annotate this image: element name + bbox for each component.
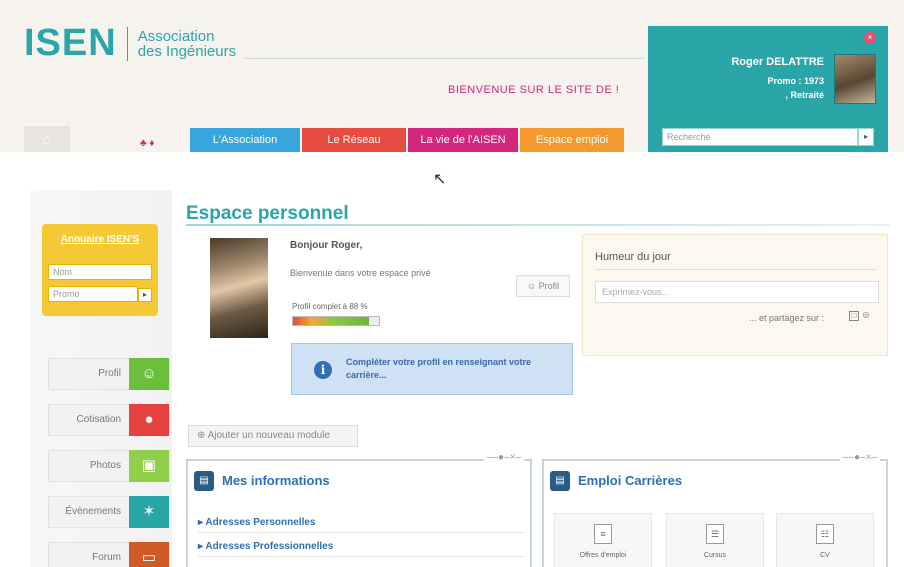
complete-profile-notice[interactable]: i Compléter votre profil en renseignant … xyxy=(291,343,573,395)
search-button[interactable]: ▸ xyxy=(858,128,874,146)
annuaire-go-button[interactable]: ▸ xyxy=(138,288,152,302)
tile-offres-emploi[interactable]: ≡ Offres d'emploi xyxy=(554,513,652,567)
close-icon[interactable]: × xyxy=(864,32,876,44)
greeting-text: Bonjour Roger, xyxy=(290,240,363,251)
profile-button[interactable]: ☺ Profil xyxy=(516,275,570,297)
sidebar-item-evenements[interactable]: Évènements ✶ xyxy=(48,496,170,528)
logo-separator xyxy=(126,26,128,61)
module-controls[interactable]: ––●–×– xyxy=(839,452,880,463)
info-icon: i xyxy=(314,361,332,379)
tile-cursus[interactable]: ☰ Cursus xyxy=(666,513,764,567)
cv-icon: ☷ xyxy=(816,524,834,544)
link-adresses-personnelles[interactable]: ▸ Adresses Personnelles xyxy=(198,517,524,533)
mood-panel: Humeur du jour Exprimez-vous... ... et p… xyxy=(582,234,888,356)
chat-icon: ▭ xyxy=(129,542,169,567)
page-title: Espace personnel xyxy=(186,203,349,224)
logo-sub-2: des Ingénieurs xyxy=(137,42,237,60)
nav-tab-vie-aisen[interactable]: La vie de l'AISEN xyxy=(408,128,518,152)
add-module-button[interactable]: ⊕ Ajouter un nouveau module xyxy=(188,425,358,447)
home-icon[interactable]: ⌂ xyxy=(24,126,70,152)
title-underline xyxy=(186,224,890,226)
logo[interactable]: ISEN Association des Ingénieurs xyxy=(24,22,236,65)
nav-tab-reseau[interactable]: Le Réseau xyxy=(302,128,406,152)
module-controls[interactable]: ––●–×– xyxy=(483,452,524,463)
search-input[interactable]: Recherche xyxy=(662,128,858,146)
sidebar-item-label: Profil xyxy=(98,368,121,379)
job-offers-icon: ≡ xyxy=(594,524,612,544)
user-status: , Retraité xyxy=(785,90,824,100)
sidebar-item-forum[interactable]: Forum ▭ xyxy=(48,542,170,567)
info-module-icon: ▤ xyxy=(194,471,214,491)
user-name[interactable]: Roger DELATTRE xyxy=(731,56,824,68)
module-title: Mes informations xyxy=(222,473,330,488)
sidebar-item-photos[interactable]: Photos ▣ xyxy=(48,450,170,482)
header: ISEN Association des Ingénieurs BIENVENU… xyxy=(0,0,904,152)
share-facebook-icon[interactable]: □ xyxy=(849,311,859,321)
tile-label: Offres d'emploi xyxy=(579,552,627,559)
share-label: ... et partagez sur : xyxy=(749,313,825,323)
link-adresses-professionnelles[interactable]: ▸ Adresses Professionnelles xyxy=(198,541,524,557)
mood-title: Humeur du jour xyxy=(595,251,671,263)
logo-association: Association des Ingénieurs xyxy=(138,29,236,59)
sidebar-item-label: Évènements xyxy=(65,506,121,517)
cursus-icon: ☰ xyxy=(706,524,724,544)
annuaire-title[interactable]: Annuaire ISEN'S xyxy=(42,234,158,245)
mood-divider xyxy=(595,269,877,270)
tile-label: Cursus xyxy=(703,552,727,559)
sidebar-item-profil[interactable]: Profil ☺ xyxy=(48,358,170,390)
mouse-cursor-icon: ↖ xyxy=(433,171,447,188)
camera-icon: ▣ xyxy=(129,450,169,482)
sidebar-item-label: Photos xyxy=(89,460,121,471)
header-divider xyxy=(244,58,644,59)
language-flags-icon[interactable]: ♣ ♦ xyxy=(140,138,154,149)
nav-tab-espace-emploi[interactable]: Espace emploi xyxy=(520,128,624,152)
people-icon: ☺ xyxy=(129,358,169,390)
nav-tab-association[interactable]: L'Association xyxy=(190,128,300,152)
tile-cv[interactable]: ☷ CV xyxy=(776,513,874,567)
career-module-icon: ▤ xyxy=(550,471,570,491)
profile-completion-bar xyxy=(292,316,380,326)
sidebar-item-cotisation[interactable]: Cotisation ● xyxy=(48,404,170,436)
sidebar-item-label: Forum xyxy=(92,552,121,563)
logo-isen: ISEN xyxy=(24,22,117,64)
profile-completion-fill xyxy=(293,317,369,325)
share-google-icon[interactable]: ◎ xyxy=(861,311,871,321)
annuaire-promo-input[interactable]: Promo xyxy=(48,286,138,302)
cocktail-icon: ✶ xyxy=(129,496,169,528)
welcome-private-text: Bienvenue dans votre espace privé xyxy=(290,268,431,278)
complete-profile-link[interactable]: Compléter votre profil en renseignant vo… xyxy=(346,356,562,382)
user-promo: Promo : 1973 xyxy=(767,76,824,86)
module-mes-informations: ––●–×– ▤ Mes informations ▸ Adresses Per… xyxy=(186,452,532,567)
tile-label: CV xyxy=(820,552,830,559)
piggy-bank-icon: ● xyxy=(129,404,169,436)
profile-completion-label: Profil complet à 88 % xyxy=(292,302,368,311)
profile-photo[interactable] xyxy=(210,238,268,338)
sidebar-item-label: Cotisation xyxy=(76,414,121,425)
mood-input[interactable]: Exprimez-vous... xyxy=(595,281,879,303)
user-avatar[interactable] xyxy=(834,54,876,104)
annuaire-box: Annuaire ISEN'S Nom Promo xyxy=(42,224,158,316)
page: ISEN Association des Ingénieurs BIENVENU… xyxy=(0,0,904,567)
welcome-text: BIENVENUE SUR LE SITE DE ! xyxy=(448,84,620,96)
module-title: Emploi Carrières xyxy=(578,473,683,488)
annuaire-nom-input[interactable]: Nom xyxy=(48,264,152,280)
module-emploi-carrieres: ––●–×– ▤ Emploi Carrières ≡ Offres d'emp… xyxy=(542,452,888,567)
